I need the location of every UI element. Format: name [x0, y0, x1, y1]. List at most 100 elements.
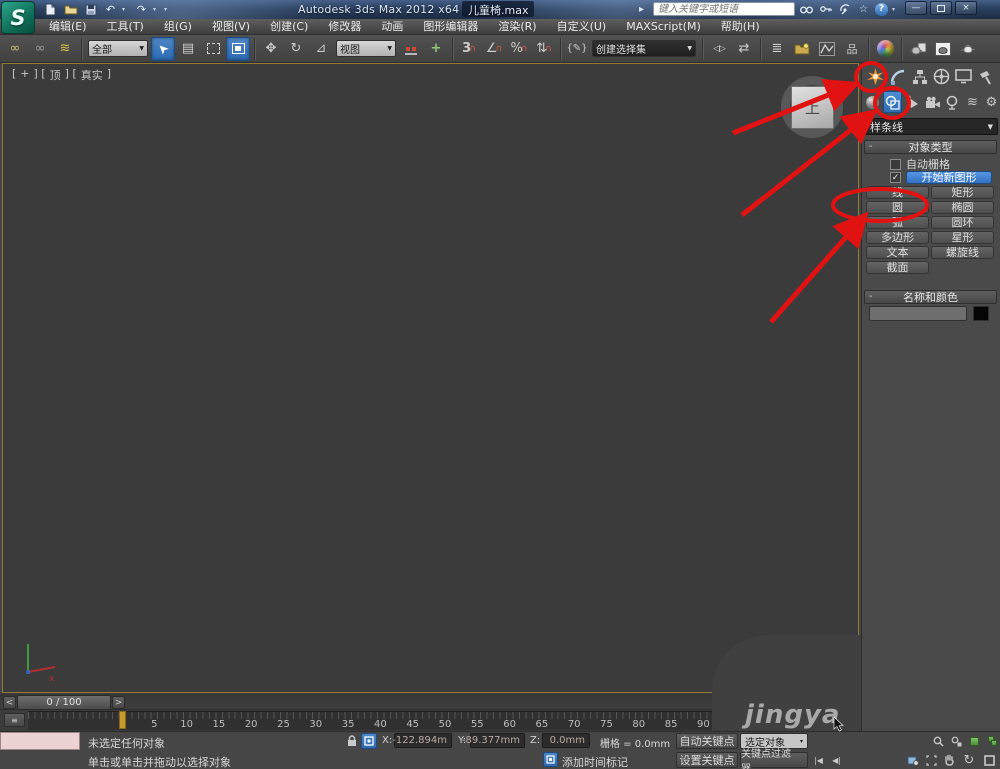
pan-hand-icon[interactable]	[941, 752, 957, 768]
previous-frame-button[interactable]: <	[3, 696, 16, 709]
render-production-button[interactable]	[956, 37, 980, 61]
maxscript-mini-listener[interactable]	[0, 732, 80, 750]
orbit-icon[interactable]: ↻	[961, 752, 977, 768]
viewport-top[interactable]: [ + ] [ 顶 ] [ 真实 ] 上 x	[2, 63, 859, 693]
autogrid-checkbox-row[interactable]: 自动栅格	[890, 156, 950, 172]
next-frame-button[interactable]: >	[112, 696, 125, 709]
autogrid-checkbox[interactable]	[890, 158, 901, 170]
open-mini-curve-editor-button[interactable]: ≡	[4, 713, 25, 727]
object-type-button-文本[interactable]: 文本	[866, 246, 929, 259]
infocenter-expand-icon[interactable]: ▸	[634, 2, 649, 16]
rollout-name-color[interactable]: - 名称和颜色	[864, 290, 997, 304]
zoom-icon[interactable]	[930, 733, 946, 749]
edit-named-selection-sets-button[interactable]: {✎}	[565, 37, 589, 61]
reference-coordinate-dropdown[interactable]: 视图 ▼	[336, 40, 396, 57]
selection-filter-dropdown[interactable]: 全部 ▼	[88, 40, 148, 57]
object-type-button-圆[interactable]: 圆	[866, 201, 929, 214]
object-type-button-矩形[interactable]: 矩形	[931, 186, 994, 199]
menu-item-11[interactable]: 帮助(H)	[712, 19, 769, 35]
layer-manager-button[interactable]: ≣	[765, 37, 789, 61]
z-coordinate-field[interactable]: 0.0mm	[542, 733, 590, 748]
menu-item-1[interactable]: 工具(T)	[98, 19, 153, 35]
search-binoculars-icon[interactable]	[799, 2, 814, 16]
object-name-input[interactable]	[869, 306, 967, 321]
select-and-move-button[interactable]: ✥	[259, 37, 283, 61]
object-type-button-螺旋线[interactable]: 螺旋线	[931, 246, 994, 259]
align-button[interactable]: ⇄	[732, 37, 756, 61]
tab-display[interactable]	[953, 65, 974, 88]
track-bar-ruler[interactable]: 051015202530354045505560657075808590	[28, 711, 712, 730]
previous-key-button[interactable]: ◀|	[828, 752, 845, 768]
auto-key-button[interactable]: 自动关键点	[676, 733, 738, 749]
app-logo-button[interactable]: S	[1, 1, 35, 34]
tab-geometry[interactable]	[863, 91, 882, 113]
redo-button[interactable]: ↷	[133, 2, 150, 17]
zoom-extents-all-icon[interactable]	[984, 733, 1000, 749]
menu-item-4[interactable]: 创建(C)	[261, 19, 317, 35]
open-file-button[interactable]	[62, 2, 79, 17]
time-slider-handle[interactable]: 0 / 100	[17, 695, 111, 710]
select-and-scale-button[interactable]: ⊿	[309, 37, 333, 61]
close-button[interactable]: ×	[955, 1, 977, 15]
named-selection-sets-dropdown[interactable]: 创建选择集 ▼	[592, 40, 696, 57]
object-type-button-星形[interactable]: 星形	[931, 231, 994, 244]
viewport-menu-general[interactable]: +	[19, 67, 30, 83]
use-pivot-center-button[interactable]	[399, 37, 423, 61]
menu-item-8[interactable]: 渲染(R)	[489, 19, 545, 35]
mirror-button[interactable]: ◁▷	[707, 37, 731, 61]
favorites-star-icon[interactable]: ☆	[856, 2, 871, 16]
undo-flyout-arrow[interactable]: ▾	[122, 6, 130, 13]
menu-item-2[interactable]: 组(G)	[155, 19, 201, 35]
bind-to-space-warp-icon[interactable]: ≋	[53, 37, 77, 61]
start-new-shape-row[interactable]: ✓ 开始新图形	[890, 171, 992, 184]
angle-snap-toggle-button[interactable]: ∠ ∩	[482, 37, 506, 61]
zoom-extents-icon[interactable]	[966, 733, 982, 749]
snap-toggle-3d-button[interactable]: 3 ∩	[457, 37, 481, 61]
menu-item-5[interactable]: 修改器	[319, 19, 370, 35]
viewport-menu-view[interactable]: 顶	[49, 67, 62, 83]
key-mode-toggle-icon[interactable]	[905, 752, 921, 768]
viewcube[interactable]: 上	[773, 68, 853, 148]
window-crossing-toggle[interactable]	[226, 36, 250, 61]
menu-item-0[interactable]: 编辑(E)	[40, 19, 96, 35]
maximize-button[interactable]	[930, 1, 952, 15]
start-new-shape-checkbox[interactable]: ✓	[890, 172, 901, 183]
unlink-selection-icon[interactable]: ∞	[28, 37, 52, 61]
object-type-button-圆环[interactable]: 圆环	[931, 216, 994, 229]
spinner-snap-toggle-button[interactable]: ⇅ ∩	[532, 37, 556, 61]
new-file-button[interactable]	[42, 2, 59, 17]
help-icon[interactable]: ?	[875, 2, 888, 16]
object-color-swatch[interactable]	[973, 306, 989, 321]
menu-item-3[interactable]: 视图(V)	[203, 19, 259, 35]
save-file-button[interactable]	[82, 2, 99, 17]
add-time-tag-icon[interactable]	[543, 752, 558, 767]
scene-explorer-button[interactable]	[790, 37, 814, 61]
select-and-manipulate-button[interactable]: +	[424, 37, 448, 61]
render-setup-button[interactable]	[906, 37, 930, 61]
tab-lights[interactable]	[903, 91, 922, 113]
x-coordinate-field[interactable]: -122.894m	[392, 733, 452, 748]
minimize-button[interactable]: —	[905, 1, 927, 15]
help-flyout-arrow[interactable]: ▾	[892, 6, 900, 13]
curve-editor-button[interactable]	[815, 37, 839, 61]
select-and-link-icon[interactable]: ∞	[3, 37, 27, 61]
schematic-view-button[interactable]: 品	[840, 37, 864, 61]
select-by-name-button[interactable]: ▤	[176, 37, 200, 61]
rendered-frame-window-button[interactable]	[931, 37, 955, 61]
tab-helpers[interactable]	[943, 91, 962, 113]
go-to-start-button[interactable]: |◀	[810, 752, 827, 768]
menu-item-7[interactable]: 图形编辑器	[414, 19, 487, 35]
zoom-all-icon[interactable]	[948, 733, 964, 749]
object-type-button-多边形[interactable]: 多边形	[866, 231, 929, 244]
set-key-button[interactable]: 设置关键点	[676, 752, 738, 768]
select-and-rotate-button[interactable]: ↻	[284, 37, 308, 61]
shape-category-dropdown[interactable]: 样条线 ▼	[864, 118, 998, 135]
tab-shapes[interactable]	[883, 91, 902, 113]
current-frame-marker[interactable]	[119, 711, 126, 729]
key-filters-button[interactable]: 关键点过滤器...	[740, 749, 808, 769]
subscription-key-icon[interactable]	[818, 2, 833, 16]
y-coordinate-field[interactable]: -89.377mm	[462, 733, 525, 748]
object-type-button-椭圆[interactable]: 椭圆	[931, 201, 994, 214]
selection-lock-icon[interactable]	[344, 733, 360, 749]
tab-create[interactable]	[865, 65, 886, 88]
